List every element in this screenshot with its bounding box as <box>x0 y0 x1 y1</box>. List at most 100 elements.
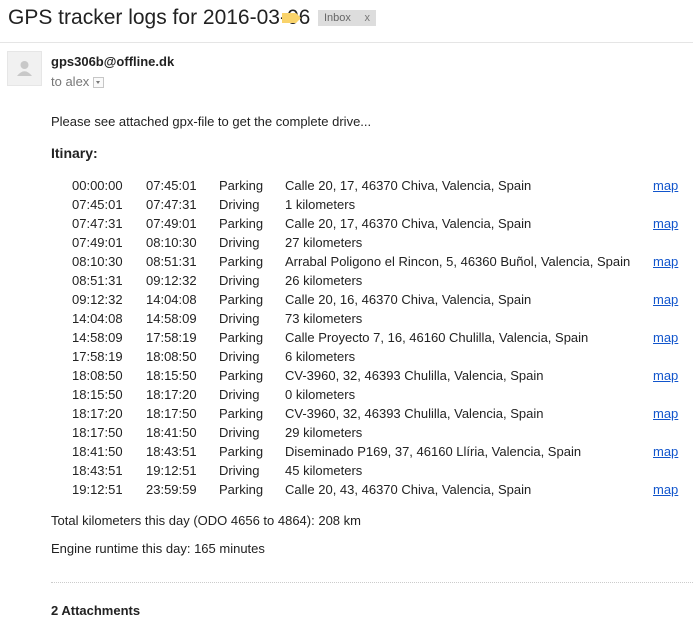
itinerary-row: 14:58:09 17:58:19 Parking Calle Proyecto 7,… <box>0 330 693 349</box>
start-time: 08:10:30 <box>72 254 123 269</box>
start-time: 18:43:51 <box>72 463 123 478</box>
itinerary-row: 18:17:20 18:17:50 Parking CV-3960, 32, 4639… <box>0 406 693 425</box>
location-or-distance: 26 kilometers <box>285 273 363 288</box>
start-time: 17:58:19 <box>72 349 123 364</box>
end-time: 14:58:09 <box>146 311 197 326</box>
itinerary-row: 19:12:51 23:59:59 Parking Calle 20, 43, 463… <box>0 482 693 501</box>
sender-avatar[interactable] <box>7 51 42 86</box>
itinerary-row: 18:17:50 18:41:50 Driving 29 kilometers <box>0 425 693 444</box>
itinary-heading: Itinary: <box>51 145 98 161</box>
location-or-distance: Calle 20, 16, 46370 Chiva, Valencia, Spa… <box>285 292 532 307</box>
end-time: 14:04:08 <box>146 292 197 307</box>
itinerary-row: 08:51:31 09:12:32 Driving 26 kilometers <box>0 273 693 292</box>
activity-type: Parking <box>219 444 264 459</box>
activity-type: Driving <box>219 311 260 326</box>
end-time: 18:41:50 <box>146 425 197 440</box>
person-icon <box>17 61 32 76</box>
start-time: 09:12:32 <box>72 292 123 307</box>
end-time: 19:12:51 <box>146 463 197 478</box>
end-time: 17:58:19 <box>146 330 197 345</box>
activity-type: Driving <box>219 273 260 288</box>
intro-text: Please see attached gpx-file to get the … <box>51 114 372 129</box>
end-time: 18:43:51 <box>146 444 197 459</box>
itinerary-row: 07:47:31 07:49:01 Parking Calle 20, 17, 463… <box>0 216 693 235</box>
activity-type: Driving <box>219 197 260 212</box>
total-kilometers: Total kilometers this day (ODO 4656 to 4… <box>51 513 361 528</box>
activity-type: Parking <box>219 406 264 421</box>
activity-type: Parking <box>219 368 264 383</box>
activity-type: Driving <box>219 425 260 440</box>
itinerary-row: 18:15:50 18:17:20 Driving 0 kilometers <box>0 387 693 406</box>
itinerary-row: 18:08:50 18:15:50 Parking CV-3960, 32, 4639… <box>0 368 693 387</box>
location-or-distance: CV-3960, 32, 46393 Chulilla, Valencia, S… <box>285 368 544 383</box>
itinerary-row: 08:10:30 08:51:31 Parking Arrabal Poligono … <box>0 254 693 273</box>
recipient-text: to alex <box>51 74 90 89</box>
map-link[interactable]: map <box>653 330 678 345</box>
map-link[interactable]: map <box>653 178 678 193</box>
attachments-heading: 2 Attachments <box>51 603 141 618</box>
end-time: 08:51:31 <box>146 254 197 269</box>
location-or-distance: CV-3960, 32, 46393 Chulilla, Valencia, S… <box>285 406 544 421</box>
map-link[interactable]: map <box>653 444 678 459</box>
remove-label-button[interactable]: x <box>365 10 371 26</box>
location-or-distance: 29 kilometers <box>285 425 363 440</box>
attachments-divider <box>51 582 693 583</box>
start-time: 18:17:50 <box>72 425 123 440</box>
inbox-label-text: Inbox <box>324 12 351 24</box>
engine-runtime: Engine runtime this day: 165 minutes <box>51 541 265 556</box>
activity-type: Parking <box>219 482 264 497</box>
location-or-distance: Calle 20, 17, 46370 Chiva, Valencia, Spa… <box>285 178 532 193</box>
map-link[interactable]: map <box>653 216 678 231</box>
location-or-distance: 45 kilometers <box>285 463 363 478</box>
end-time: 18:15:50 <box>146 368 197 383</box>
location-or-distance: 27 kilometers <box>285 235 363 250</box>
inbox-label-chip[interactable]: Inbox x <box>318 10 376 26</box>
location-or-distance: 6 kilometers <box>285 349 356 364</box>
activity-type: Driving <box>219 463 260 478</box>
email-subject: GPS tracker logs for 2016-03-06 <box>8 6 311 29</box>
start-time: 14:04:08 <box>72 311 123 326</box>
important-label-icon[interactable] <box>282 13 301 23</box>
activity-type: Parking <box>219 216 264 231</box>
location-or-distance: Calle 20, 43, 46370 Chiva, Valencia, Spa… <box>285 482 532 497</box>
start-time: 18:15:50 <box>72 387 123 402</box>
end-time: 09:12:32 <box>146 273 197 288</box>
activity-type: Parking <box>219 292 264 307</box>
map-link[interactable]: map <box>653 482 678 497</box>
start-time: 18:08:50 <box>72 368 123 383</box>
start-time: 08:51:31 <box>72 273 123 288</box>
activity-type: Driving <box>219 235 260 250</box>
itinerary-row: 14:04:08 14:58:09 Driving 73 kilometers <box>0 311 693 330</box>
start-time: 18:41:50 <box>72 444 123 459</box>
sender-address[interactable]: gps306b@offline.dk <box>51 54 174 69</box>
start-time: 19:12:51 <box>72 482 123 497</box>
location-or-distance: 0 kilometers <box>285 387 356 402</box>
map-link[interactable]: map <box>653 368 678 383</box>
show-details-dropdown-icon[interactable] <box>93 77 105 89</box>
subject-bar: GPS tracker logs for 2016-03-06 Inbox x <box>0 0 693 43</box>
start-time: 07:49:01 <box>72 235 123 250</box>
end-time: 08:10:30 <box>146 235 197 250</box>
activity-type: Parking <box>219 254 264 269</box>
itinerary-row: 07:45:01 07:47:31 Driving 1 kilometers <box>0 197 693 216</box>
end-time: 07:45:01 <box>146 178 197 193</box>
itinerary-row: 18:41:50 18:43:51 Parking Diseminado P169, … <box>0 444 693 463</box>
end-time: 07:47:31 <box>146 197 197 212</box>
location-or-distance: Arrabal Poligono el Rincon, 5, 46360 Buñ… <box>285 254 631 269</box>
start-time: 14:58:09 <box>72 330 123 345</box>
map-link[interactable]: map <box>653 406 678 421</box>
location-or-distance: 73 kilometers <box>285 311 363 326</box>
end-time: 18:17:50 <box>146 406 197 421</box>
itinerary-row: 09:12:32 14:04:08 Parking Calle 20, 16, 463… <box>0 292 693 311</box>
itinerary-row: 00:00:00 07:45:01 Parking Calle 20, 17, 463… <box>0 178 693 197</box>
end-time: 23:59:59 <box>146 482 197 497</box>
end-time: 07:49:01 <box>146 216 197 231</box>
map-link[interactable]: map <box>653 292 678 307</box>
location-or-distance: 1 kilometers <box>285 197 356 212</box>
activity-type: Driving <box>219 387 260 402</box>
itinerary-row: 07:49:01 08:10:30 Driving 27 kilometers <box>0 235 693 254</box>
end-time: 18:17:20 <box>146 387 197 402</box>
map-link[interactable]: map <box>653 254 678 269</box>
activity-type: Parking <box>219 178 264 193</box>
activity-type: Parking <box>219 330 264 345</box>
